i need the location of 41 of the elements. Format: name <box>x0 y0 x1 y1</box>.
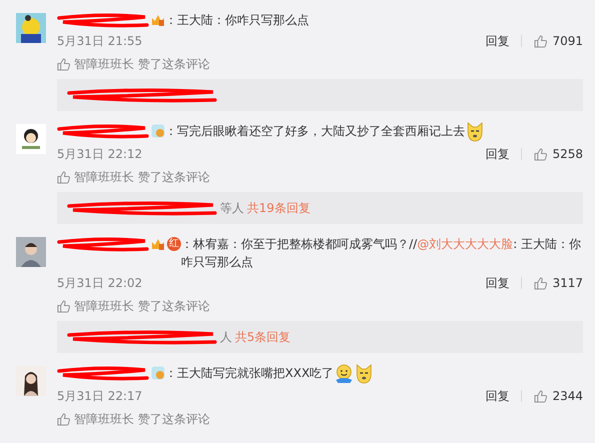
like-button[interactable]: 3117 <box>534 274 583 292</box>
thumbs-up-icon <box>534 148 548 160</box>
comment-time: 5月31日 22:12 <box>57 146 144 163</box>
round-badge-icon <box>151 366 165 380</box>
comment-time: 5月31日 22:17 <box>57 388 144 405</box>
like-button[interactable]: 7091 <box>534 32 583 50</box>
reply-link[interactable]: 回复 <box>485 274 510 292</box>
like-button[interactable]: 5258 <box>534 145 583 163</box>
thumbs-up-icon <box>57 58 70 70</box>
liked-by-note: 智障班班长 赞了这条评论 <box>74 411 210 428</box>
comment-text: ：林宥嘉：你至于把整栋楼都呵成雾气吗？//@刘大大大大大脸: 王大陆：你咋只写那么点 <box>181 237 581 269</box>
reply-people: 等人 <box>220 200 244 217</box>
crown-badge-icon <box>151 237 165 251</box>
liked-by-note: 智障班班长 赞了这条评论 <box>74 56 210 73</box>
thumbs-up-icon <box>57 170 70 184</box>
crown-badge-icon <box>151 13 165 27</box>
thumbs-up-icon <box>534 34 548 48</box>
comment-text: ：王大陆写完就张嘴把XXX吃了 <box>165 366 334 380</box>
dog-emoji-icon <box>354 364 374 384</box>
replies-bar[interactable] <box>57 79 583 111</box>
badge-label: 红 <box>167 237 181 251</box>
thumbs-up-icon <box>534 390 548 402</box>
thumbs-up-icon <box>57 300 70 312</box>
like-button[interactable]: 2344 <box>534 387 583 405</box>
reply-link[interactable]: 回复 <box>485 387 510 405</box>
reply-count: 共19条回复 <box>247 200 310 217</box>
reply-people: 人 <box>220 329 232 346</box>
liked-by-note: 智障班班长 赞了这条评论 <box>74 169 210 186</box>
round-badge-icon <box>151 124 165 138</box>
comment-time: 5月31日 21:55 <box>57 33 144 50</box>
dog-emoji-icon <box>465 122 485 142</box>
comment-text: ：写完后眼瞅着还空了好多，大陆又抄了全套西厢记上去 <box>165 124 465 138</box>
reply-link[interactable]: 回复 <box>485 145 510 163</box>
reply-count: 共5条回复 <box>235 329 291 346</box>
liked-by-note: 智障班班长 赞了这条评论 <box>74 298 210 315</box>
thumbs-up-icon <box>57 412 70 426</box>
reply-link[interactable]: 回复 <box>485 32 510 50</box>
thumbs-up-icon <box>534 276 548 290</box>
comment-text: ：王大陆：你咋只写那么点 <box>165 13 309 27</box>
comment-time: 5月31日 22:02 <box>57 275 144 292</box>
hug-emoji-icon <box>334 364 354 384</box>
